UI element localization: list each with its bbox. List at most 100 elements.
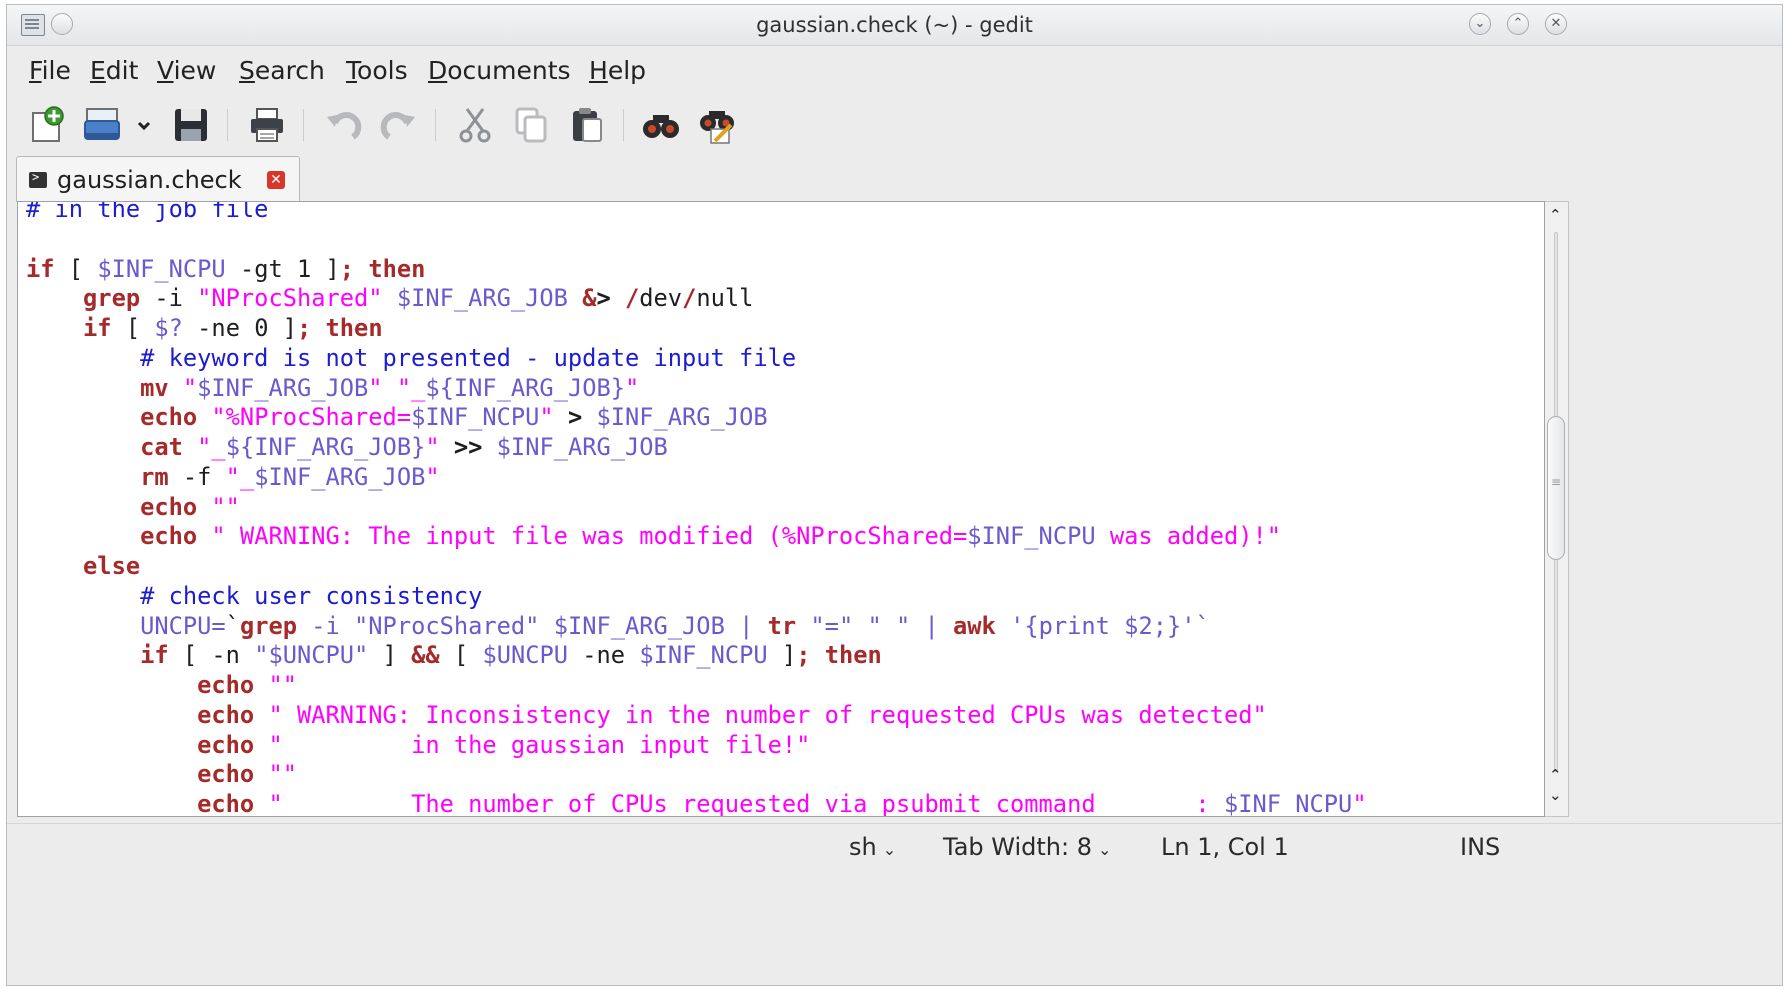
code-line[interactable]: # check user consistency	[26, 582, 1367, 612]
code-line[interactable]: # keyword is not presented - update inpu…	[26, 344, 1367, 374]
maximize-icon[interactable]: ⌃	[1507, 13, 1529, 35]
close-icon[interactable]: ✕	[1545, 13, 1567, 35]
code-token: grep	[239, 611, 297, 640]
menu-search[interactable]: Search	[239, 56, 325, 85]
code-line[interactable]: cat "_${INF_ARG_JOB}" >> $INF_ARG_JOB	[26, 433, 1367, 463]
find-icon[interactable]	[641, 105, 681, 145]
code-line[interactable]: grep -i "NProcShared" $INF_ARG_JOB &> /d…	[26, 284, 1367, 314]
code-token: ;	[339, 254, 355, 283]
code-line[interactable]: echo ""	[26, 671, 1367, 701]
text-editor[interactable]: # in the job file if [ $INF_NCPU -gt 1 ]…	[17, 201, 1545, 817]
code-token: $INF_NCPU	[1223, 790, 1353, 817]
code-token: " The number of CPUs requested via psubm…	[268, 790, 1224, 817]
code-token: "NProcShared"	[197, 284, 383, 313]
code-token: "NProcShared"	[354, 611, 540, 640]
scroll-down-arrow-icon[interactable]: ⌄	[1549, 786, 1562, 804]
code-line[interactable]: echo ""	[26, 493, 1367, 523]
toolbar	[7, 93, 1782, 155]
code-token: cat	[140, 433, 183, 461]
save-icon[interactable]	[171, 105, 211, 145]
redo-icon[interactable]	[379, 105, 419, 145]
vertical-scrollbar[interactable]: ⌃ ⌃ ⌄	[1545, 201, 1569, 817]
code-token: ""	[268, 760, 297, 789]
code-line[interactable]: if [ -n "$UNCPU" ] && [ $UNCPU -ne $INF_…	[26, 641, 1367, 671]
menu-help[interactable]: Help	[589, 56, 646, 85]
code-token: '{print $2;}'`	[995, 611, 1210, 640]
code-line[interactable]: UNCPU=`grep -i "NProcShared" $INF_ARG_JO…	[26, 612, 1367, 642]
cut-icon[interactable]	[455, 105, 495, 145]
code-content[interactable]: # in the job file if [ $INF_NCPU -gt 1 ]…	[26, 202, 1367, 817]
code-token: # check user consistency	[140, 581, 483, 610]
code-token: /	[682, 284, 697, 313]
code-token: ${INF_ARG_JOB}	[425, 373, 625, 402]
code-token: $INF_ARG_JOB	[496, 433, 668, 461]
code-token: [	[111, 314, 155, 342]
code-token: # keyword is not presented - update inpu…	[140, 343, 797, 372]
minimize-icon[interactable]: ⌄	[1469, 13, 1491, 35]
find-replace-icon[interactable]	[697, 105, 737, 145]
print-icon[interactable]	[247, 105, 287, 145]
new-document-icon[interactable]	[27, 105, 67, 145]
language-selector[interactable]: sh ⌄	[849, 833, 896, 861]
code-token: &&	[411, 641, 440, 670]
code-token: -ne 0 ]	[182, 314, 297, 342]
code-line[interactable]: echo ""	[26, 760, 1367, 790]
open-dropdown-icon[interactable]	[135, 105, 153, 145]
gedit-window: gaussian.check (~) - gedit ⌄ ⌃ ✕ File Ed…	[6, 4, 1783, 986]
scroll-up-arrow-icon[interactable]: ⌃	[1549, 766, 1562, 784]
title-bar[interactable]: gaussian.check (~) - gedit ⌄ ⌃ ✕	[7, 5, 1782, 46]
code-line[interactable]: if [ $INF_NCPU -gt 1 ]; then	[26, 255, 1367, 285]
code-token: -i	[296, 611, 355, 640]
code-line[interactable]: echo " The number of CPUs requested via …	[26, 790, 1366, 817]
scroll-up-arrow-icon[interactable]: ⌃	[1549, 206, 1562, 224]
menu-tools[interactable]: Tools	[346, 56, 408, 85]
code-line[interactable]: rm -f "_$INF_ARG_JOB"	[26, 463, 1367, 493]
code-token: [	[54, 254, 98, 283]
undo-icon[interactable]	[323, 105, 363, 145]
tab-gaussian-check[interactable]: gaussian.check ✕	[16, 156, 300, 202]
code-line[interactable]	[26, 225, 1367, 255]
scrollbar-thumb[interactable]	[1547, 416, 1565, 560]
code-token: ""	[268, 671, 297, 699]
code-token: $INF_ARG_JOB |	[539, 611, 768, 640]
tab-width-selector[interactable]: Tab Width: 8 ⌄	[943, 833, 1111, 861]
menu-edit[interactable]: Edit	[90, 56, 138, 85]
code-line[interactable]: # in the job file	[26, 202, 1367, 225]
paste-icon[interactable]	[567, 105, 607, 145]
menu-documents[interactable]: Documents	[428, 56, 571, 85]
toolbar-separator	[435, 109, 436, 141]
code-token: &	[582, 284, 597, 313]
menu-view[interactable]: View	[157, 56, 216, 85]
code-token: "	[539, 403, 554, 432]
code-token: "	[425, 433, 440, 461]
chevron-down-icon: ⌄	[882, 840, 897, 859]
open-icon[interactable]	[83, 105, 123, 145]
code-token: "	[182, 373, 198, 402]
code-line[interactable]: echo " in the gaussian input file!"	[26, 731, 1367, 761]
code-line[interactable]: echo " WARNING: Inconsistency in the num…	[26, 701, 1367, 731]
code-token: if	[83, 314, 112, 342]
code-token: $INF_ARG_JOB	[254, 462, 426, 491]
code-line[interactable]: mv "$INF_ARG_JOB" "_${INF_ARG_JOB}"	[26, 374, 1367, 404]
code-line[interactable]: echo "%NProcShared=$INF_NCPU" > $INF_ARG…	[26, 403, 1367, 433]
menu-file[interactable]: File	[29, 56, 71, 85]
code-line[interactable]: echo " WARNING: The input file was modif…	[26, 522, 1367, 552]
code-line[interactable]: if [ $? -ne 0 ]; then	[26, 314, 1367, 344]
tab-close-icon[interactable]: ✕	[267, 171, 285, 189]
copy-icon[interactable]	[511, 105, 551, 145]
code-line[interactable]: else	[26, 552, 1367, 582]
